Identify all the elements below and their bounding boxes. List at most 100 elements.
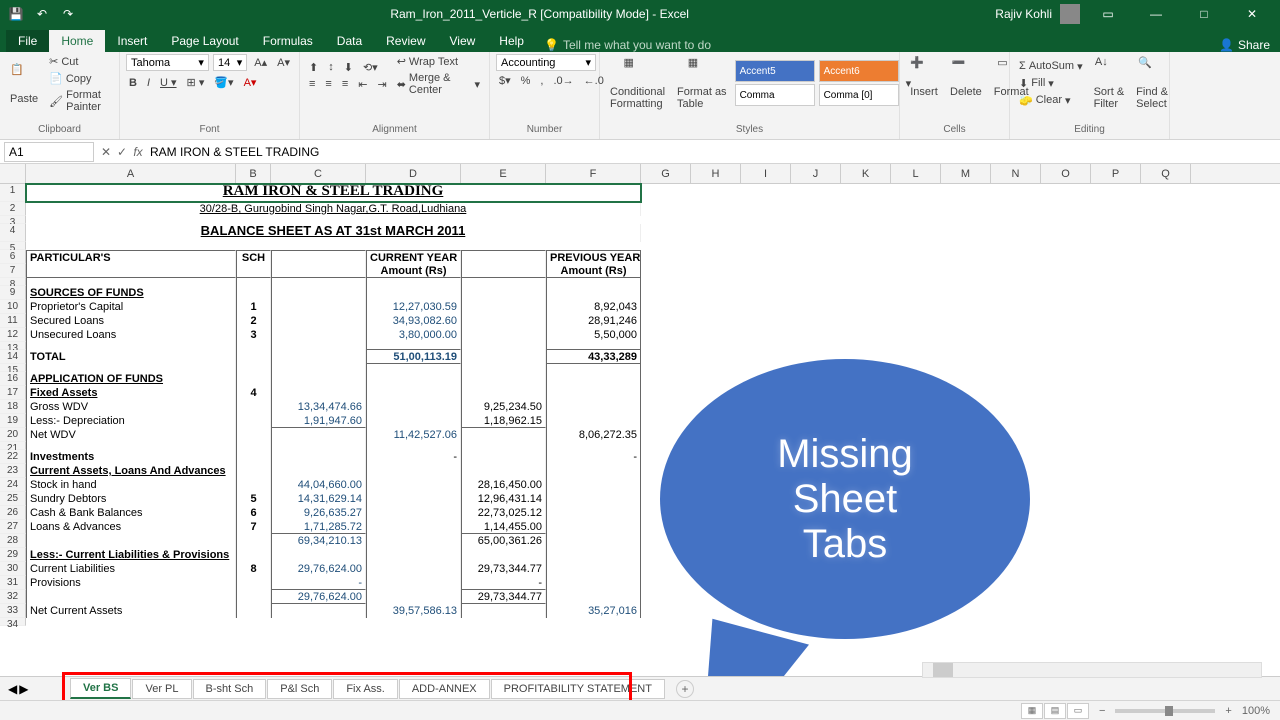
align-top-icon[interactable]: ⬆ — [306, 60, 321, 75]
comma-icon[interactable]: , — [537, 74, 546, 88]
paste-button[interactable]: 📋Paste — [6, 61, 42, 107]
row-header[interactable]: 16 — [0, 372, 26, 386]
clear-button[interactable]: 🧽Clear ▾ — [1016, 93, 1086, 108]
cell[interactable]: 30/28-B, Gurugobind Singh Nagar,G.T. Roa… — [26, 202, 641, 216]
align-right-icon[interactable]: ≡ — [339, 77, 351, 91]
row-header[interactable]: 10 — [0, 300, 26, 314]
zoom-level[interactable]: 100% — [1242, 705, 1270, 717]
underline-button[interactable]: U ▾ — [157, 75, 180, 90]
row-header[interactable]: 15 — [0, 364, 26, 372]
zoom-in-icon[interactable]: + — [1225, 705, 1231, 717]
copy-button[interactable]: 📄Copy — [46, 71, 113, 86]
zoom-slider[interactable] — [1115, 709, 1215, 713]
col-header[interactable]: K — [841, 164, 891, 183]
cell[interactable]: SOURCES OF FUNDS — [26, 286, 236, 300]
minimize-icon[interactable]: — — [1136, 0, 1176, 28]
view-page-break-icon[interactable]: ▭ — [1067, 703, 1089, 719]
select-all-corner[interactable] — [0, 164, 26, 183]
share-button[interactable]: 👤Share — [1219, 38, 1270, 52]
row-header[interactable]: 21 — [0, 442, 26, 450]
row-header[interactable]: 5 — [0, 242, 26, 250]
sheet-tab[interactable]: Ver BS — [70, 678, 131, 699]
align-bottom-icon[interactable]: ⬇ — [341, 60, 356, 75]
tab-formulas[interactable]: Formulas — [251, 30, 325, 52]
col-header[interactable]: F — [546, 164, 641, 183]
tell-me[interactable]: 💡Tell me what you want to do — [544, 38, 711, 52]
font-color-button[interactable]: A▾ — [241, 75, 260, 90]
col-header[interactable]: Q — [1141, 164, 1191, 183]
col-header[interactable]: L — [891, 164, 941, 183]
cell[interactable]: CURRENT YEAR — [366, 250, 461, 264]
sheet-tab[interactable]: Ver PL — [132, 679, 191, 699]
cell[interactable]: BALANCE SHEET AS AT 31st MARCH 2011 — [26, 224, 641, 242]
cell[interactable]: PREVIOUS YEAR — [546, 250, 641, 264]
row-header[interactable]: 30 — [0, 562, 26, 576]
row-header[interactable]: 34 — [0, 618, 26, 626]
worksheet-grid[interactable]: A B C D E F G H I J K L M N O P Q 1RAM I… — [0, 164, 1280, 692]
sheet-tab[interactable]: Fix Ass. — [333, 679, 398, 699]
cut-button[interactable]: ✂Cut — [46, 54, 113, 69]
formula-input[interactable] — [146, 143, 1280, 161]
row-header[interactable]: 8 — [0, 278, 26, 286]
row-header[interactable]: 9 — [0, 286, 26, 300]
view-normal-icon[interactable]: ▦ — [1021, 703, 1043, 719]
col-header[interactable]: J — [791, 164, 841, 183]
insert-cells-button[interactable]: ➕Insert — [906, 54, 942, 100]
col-header[interactable]: D — [366, 164, 461, 183]
fill-button[interactable]: ⬇Fill ▾ — [1016, 76, 1086, 91]
style-accent5[interactable]: Accent5 — [735, 60, 815, 82]
row-header[interactable]: 26 — [0, 506, 26, 520]
col-header[interactable]: E — [461, 164, 546, 183]
font-name-combo[interactable]: Tahoma▾ — [126, 54, 209, 71]
autosum-button[interactable]: ΣAutoSum ▾ — [1016, 59, 1086, 74]
tab-file[interactable]: File — [6, 30, 49, 52]
cell[interactable]: Amount (Rs) — [366, 264, 461, 278]
style-accent6[interactable]: Accent6 — [819, 60, 899, 82]
sheet-nav-prev-icon[interactable]: ◀ — [8, 682, 17, 696]
zoom-out-icon[interactable]: − — [1099, 705, 1105, 717]
format-painter-button[interactable]: 🖌Format Painter — [46, 88, 113, 114]
row-header[interactable]: 19 — [0, 414, 26, 428]
maximize-icon[interactable]: □ — [1184, 0, 1224, 28]
fx-icon[interactable]: fx — [130, 145, 146, 159]
align-middle-icon[interactable]: ↕ — [325, 60, 337, 74]
bold-button[interactable]: B — [126, 76, 140, 90]
sheet-tab[interactable]: PROFITABILITY STATEMENT — [491, 679, 665, 699]
cell[interactable]: PARTICULAR'S — [26, 250, 236, 264]
callout-shape[interactable]: Missing Sheet Tabs — [660, 359, 1030, 679]
percent-icon[interactable]: % — [518, 74, 534, 88]
shrink-font-icon[interactable]: A▾ — [274, 55, 293, 70]
indent-inc-icon[interactable]: ⇥ — [374, 77, 389, 92]
currency-icon[interactable]: $▾ — [496, 73, 514, 88]
row-header[interactable]: 23 — [0, 464, 26, 478]
row-header[interactable]: 14 — [0, 350, 26, 364]
tab-page-layout[interactable]: Page Layout — [159, 30, 250, 52]
tab-review[interactable]: Review — [374, 30, 437, 52]
tab-data[interactable]: Data — [325, 30, 374, 52]
horizontal-scrollbar[interactable] — [922, 662, 1262, 678]
find-select-button[interactable]: 🔍Find & Select — [1132, 54, 1172, 112]
row-header[interactable]: 17 — [0, 386, 26, 400]
new-sheet-button[interactable]: + — [676, 680, 694, 698]
style-comma0[interactable]: Comma [0] — [819, 84, 899, 106]
col-header[interactable]: A — [26, 164, 236, 183]
row-header[interactable]: 3 — [0, 216, 26, 224]
name-box[interactable] — [4, 142, 94, 162]
undo-icon[interactable]: ↶ — [32, 4, 52, 24]
col-header[interactable]: B — [236, 164, 271, 183]
sheet-nav-next-icon[interactable]: ▶ — [19, 682, 28, 696]
row-header[interactable]: 24 — [0, 478, 26, 492]
col-header[interactable]: O — [1041, 164, 1091, 183]
border-button[interactable]: ⊞ ▾ — [184, 75, 208, 90]
sheet-tab[interactable]: B-sht Sch — [193, 679, 267, 699]
indent-dec-icon[interactable]: ⇤ — [355, 77, 370, 92]
col-header[interactable]: M — [941, 164, 991, 183]
col-header[interactable]: I — [741, 164, 791, 183]
grow-font-icon[interactable]: A▴ — [251, 55, 270, 70]
sheet-tab[interactable]: ADD-ANNEX — [399, 679, 490, 699]
tab-help[interactable]: Help — [487, 30, 536, 52]
user-name[interactable]: Rajiv Kohli — [995, 7, 1052, 21]
italic-button[interactable]: I — [144, 76, 153, 90]
sort-filter-button[interactable]: A↓Sort & Filter — [1090, 54, 1129, 112]
row-header[interactable]: 32 — [0, 590, 26, 604]
